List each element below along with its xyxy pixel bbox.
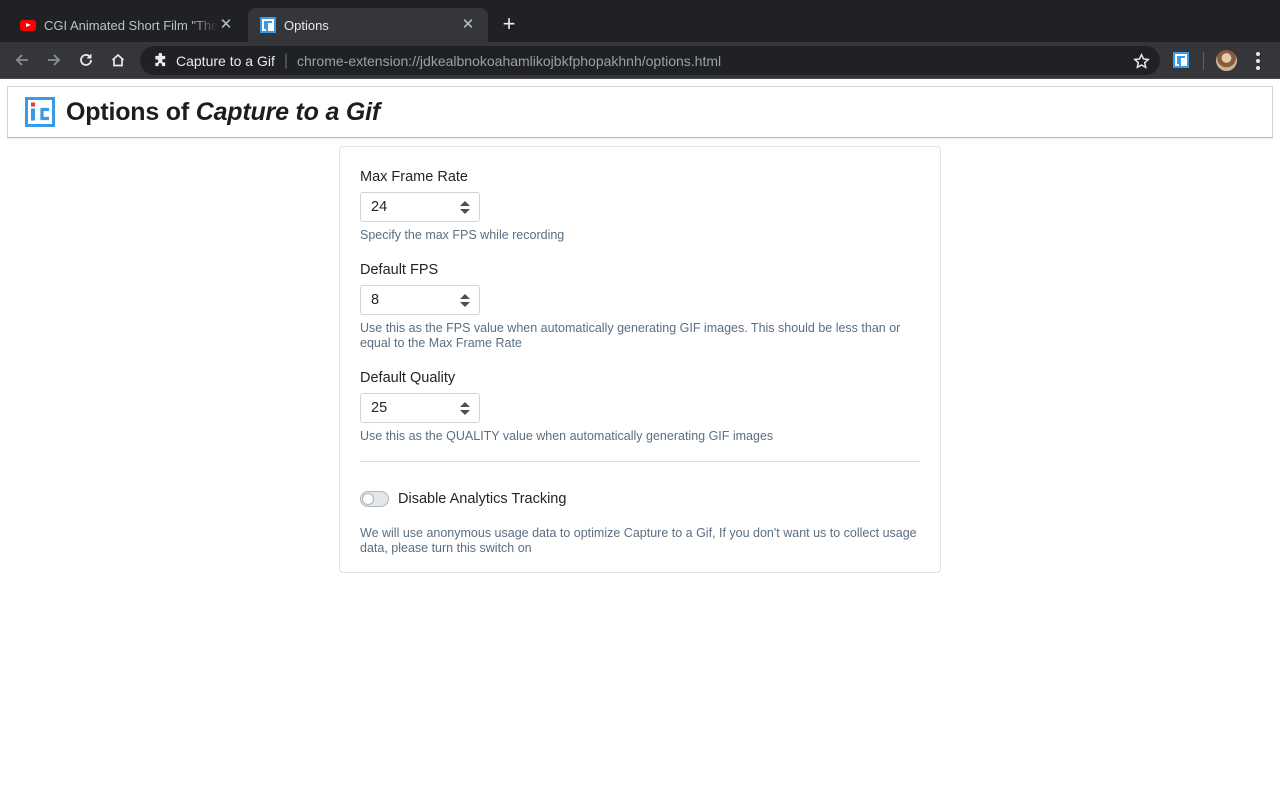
bookmark-star-icon[interactable] — [1132, 52, 1150, 70]
select-arrows-icon — [460, 201, 470, 214]
max-frame-rate-label: Max Frame Rate — [360, 169, 468, 185]
browser-toolbar: Capture to a Gif | chrome-extension://jd… — [0, 42, 1280, 79]
address-bar[interactable]: Capture to a Gif | chrome-extension://jd… — [140, 46, 1160, 75]
forward-button[interactable] — [42, 48, 66, 72]
settings-card: Max Frame Rate 24 Specify the max FPS wh… — [339, 146, 941, 573]
capture-to-gif-icon — [1173, 52, 1189, 68]
home-icon — [111, 53, 125, 67]
capture-to-gif-logo-icon — [25, 97, 55, 127]
max-frame-rate-select[interactable]: 24 — [360, 192, 480, 222]
disable-analytics-label[interactable]: Disable Analytics Tracking — [398, 491, 566, 507]
reload-button[interactable] — [74, 48, 98, 72]
disable-analytics-switch[interactable] — [360, 491, 389, 507]
toolbar-divider — [1203, 52, 1204, 70]
omnibox-separator: | — [283, 51, 288, 69]
default-quality-label: Default Quality — [360, 370, 456, 386]
close-icon[interactable]: ✕ — [460, 17, 476, 33]
page-title: Options of Capture to a Gif — [66, 97, 381, 126]
default-fps-label: Default FPS — [360, 262, 439, 278]
select-arrows-icon — [460, 294, 470, 307]
youtube-icon — [20, 17, 36, 33]
page-header: Options of Capture to a Gif — [7, 86, 1273, 138]
url-text[interactable]: chrome-extension://jdkealbnokoahamlikojb… — [297, 53, 721, 69]
analytics-toggle-row: Disable Analytics Tracking — [360, 490, 920, 508]
tab-options[interactable]: Options ✕ — [248, 8, 488, 42]
max-frame-rate-value: 24 — [371, 199, 388, 215]
arrow-left-icon — [15, 54, 28, 66]
analytics-help: We will use anonymous usage data to opti… — [360, 526, 917, 555]
default-fps-select[interactable]: 8 — [360, 285, 480, 315]
default-fps-group: Default FPS 8 Use this as the FPS value … — [360, 260, 920, 351]
site-name: Capture to a Gif — [176, 52, 275, 69]
puzzle-icon — [152, 53, 168, 69]
select-arrows-icon — [460, 402, 470, 415]
default-fps-value: 8 — [371, 292, 380, 308]
default-fps-help: Use this as the FPS value when automatic… — [360, 321, 901, 350]
browser-menu-button[interactable] — [1250, 50, 1266, 72]
max-frame-rate-help: Specify the max FPS while recording — [360, 228, 565, 242]
back-button[interactable] — [10, 48, 34, 72]
tab-title: Options — [284, 17, 329, 33]
reload-icon — [80, 54, 92, 66]
default-quality-select[interactable]: 25 — [360, 393, 480, 423]
arrow-right-icon — [48, 54, 61, 66]
new-tab-button[interactable]: + — [498, 13, 520, 35]
page-title-extension-name: Capture to a Gif — [195, 97, 381, 126]
section-divider — [360, 461, 920, 462]
tab-strip: CGI Animated Short Film "The G ✕ Options… — [0, 0, 1280, 42]
tab-title: CGI Animated Short Film "The G — [44, 17, 218, 33]
max-frame-rate-group: Max Frame Rate 24 Specify the max FPS wh… — [360, 167, 920, 243]
close-icon[interactable]: ✕ — [218, 17, 234, 33]
default-quality-help: Use this as the QUALITY value when autom… — [360, 429, 774, 443]
tab-youtube[interactable]: CGI Animated Short Film "The G ✕ — [8, 8, 246, 42]
profile-avatar[interactable] — [1216, 50, 1237, 71]
capture-to-gif-icon — [260, 17, 276, 33]
capture-to-gif-extension-button[interactable] — [1172, 51, 1190, 69]
default-quality-value: 25 — [371, 400, 388, 416]
default-quality-group: Default Quality 25 Use this as the QUALI… — [360, 368, 920, 444]
home-button[interactable] — [106, 48, 130, 72]
